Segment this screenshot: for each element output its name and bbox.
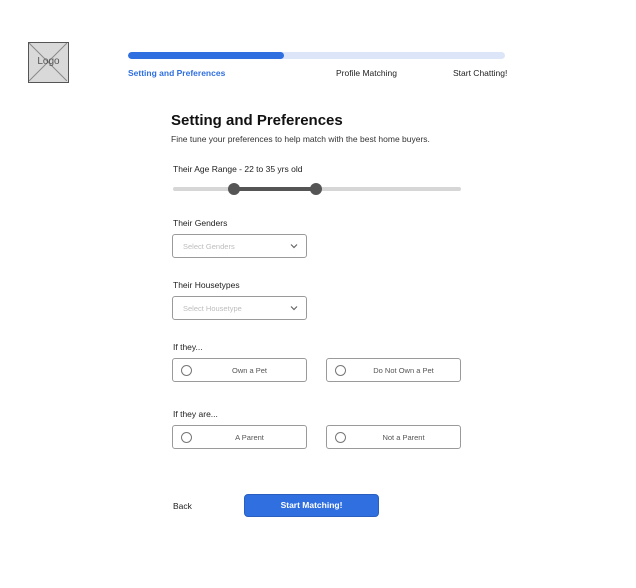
- age-min-handle[interactable]: [228, 183, 240, 195]
- back-link[interactable]: Back: [173, 501, 192, 511]
- age-max-handle[interactable]: [310, 183, 322, 195]
- age-range-label: Their Age Range - 22 to 35 yrs old: [173, 164, 303, 174]
- option-label: Not a Parent: [382, 433, 425, 442]
- genders-label: Their Genders: [173, 218, 228, 228]
- radio-circle-icon[interactable]: [335, 432, 346, 443]
- housetypes-select[interactable]: Select Housetype: [172, 296, 307, 320]
- radio-circle-icon[interactable]: [181, 432, 192, 443]
- preferences-page: Logo Setting and Preferences Profile Mat…: [0, 0, 636, 588]
- page-subtitle: Fine tune your preferences to help match…: [171, 134, 430, 144]
- radio-circle-icon[interactable]: [335, 365, 346, 376]
- pet-label: If they...: [173, 342, 203, 352]
- age-range-selected: [234, 187, 316, 191]
- genders-select[interactable]: Select Genders: [172, 234, 307, 258]
- chevron-down-icon: [290, 244, 298, 249]
- page-title: Setting and Preferences: [171, 112, 343, 129]
- option-own-pet[interactable]: Own a Pet: [172, 358, 307, 382]
- option-label: A Parent: [235, 433, 264, 442]
- step-setting-preferences[interactable]: Setting and Preferences: [128, 68, 225, 78]
- chevron-down-icon: [290, 306, 298, 311]
- genders-placeholder: Select Genders: [183, 242, 235, 251]
- logo-placeholder: Logo: [28, 42, 69, 83]
- step-profile-matching[interactable]: Profile Matching: [336, 68, 397, 78]
- logo-text: Logo: [37, 56, 60, 67]
- option-no-pet[interactable]: Do Not Own a Pet: [326, 358, 461, 382]
- option-parent[interactable]: A Parent: [172, 425, 307, 449]
- option-label: Own a Pet: [231, 366, 268, 375]
- option-label: Do Not Own a Pet: [373, 366, 434, 375]
- option-not-parent[interactable]: Not a Parent: [326, 425, 461, 449]
- radio-circle-icon[interactable]: [181, 365, 192, 376]
- housetypes-placeholder: Select Housetype: [183, 304, 242, 313]
- progress-bar: [128, 52, 505, 59]
- progress-fill: [128, 52, 285, 59]
- housetypes-label: Their Housetypes: [173, 280, 240, 290]
- step-start-chatting[interactable]: Start Chatting!: [453, 68, 507, 78]
- parent-label: If they are...: [173, 409, 218, 419]
- start-matching-button[interactable]: Start Matching!: [244, 494, 379, 517]
